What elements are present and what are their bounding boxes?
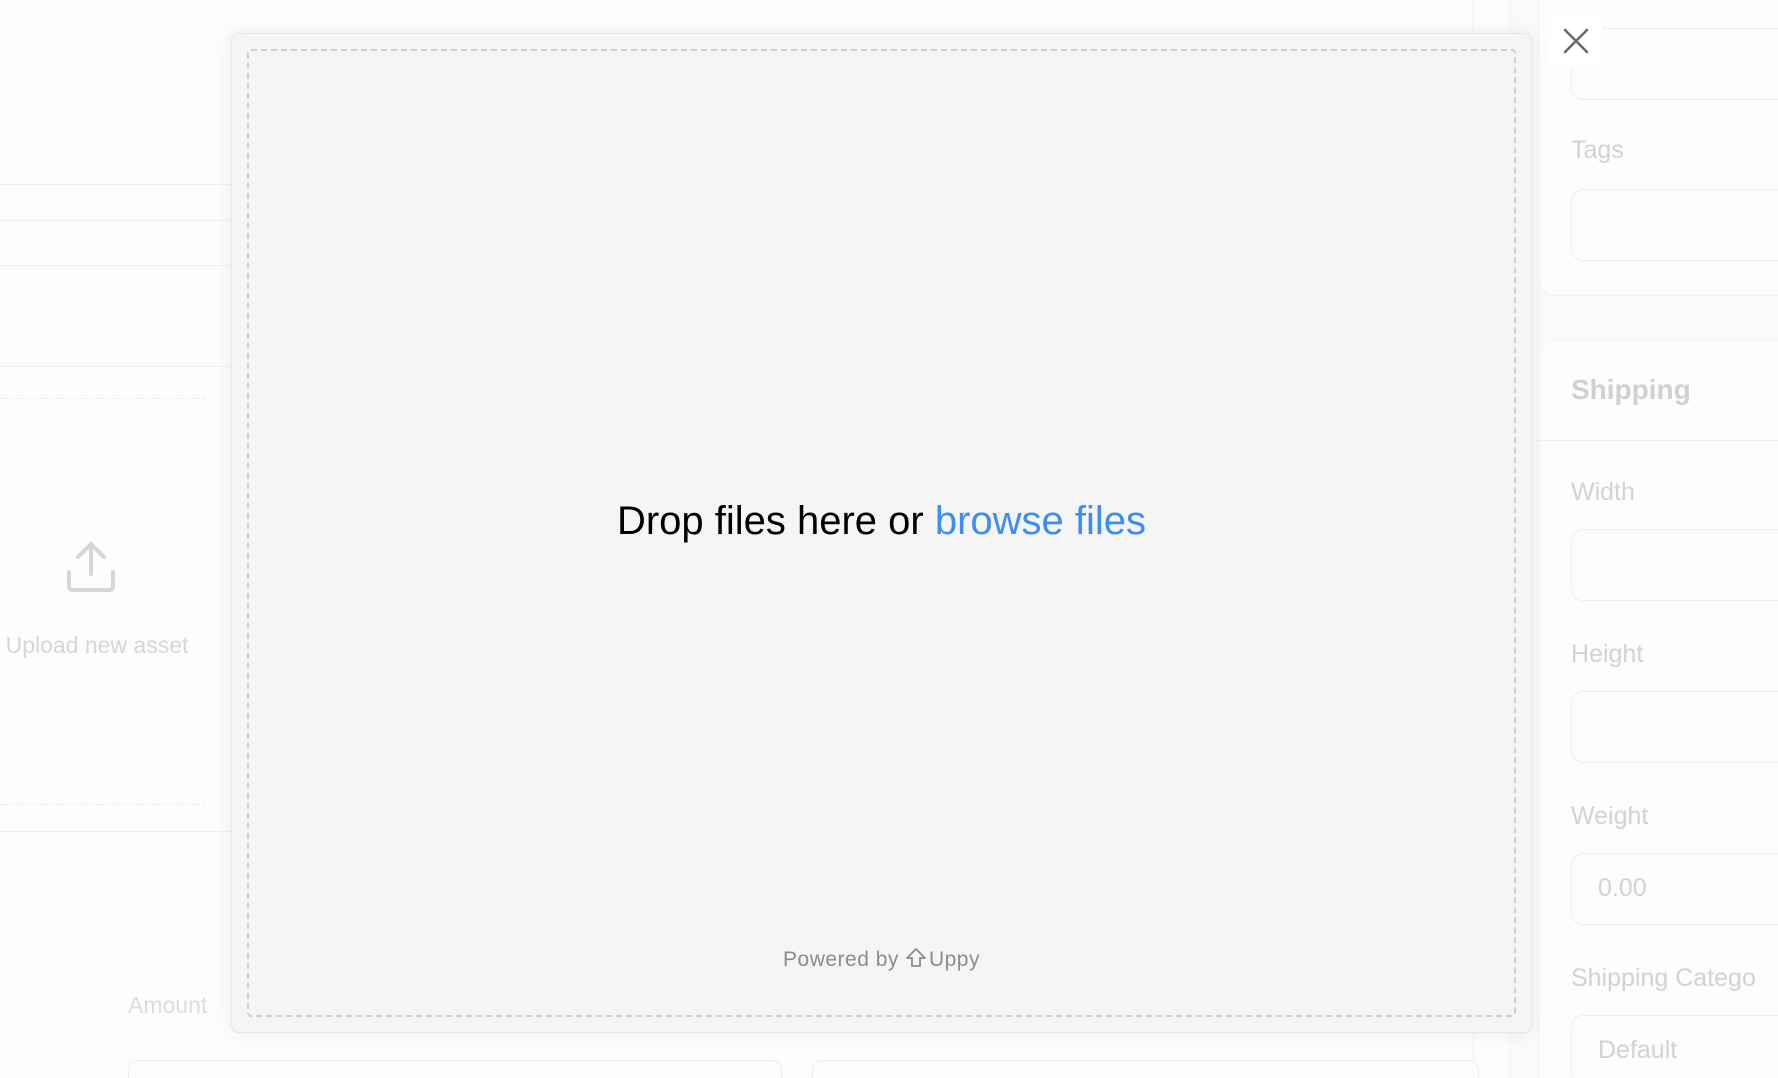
upload-new-asset-label[interactable]: Upload new asset <box>0 632 202 659</box>
divider <box>0 184 231 185</box>
divider <box>1538 440 1778 441</box>
tags-label: Tags <box>1571 136 1624 164</box>
divider <box>0 265 231 266</box>
amount-label: Amount <box>128 992 208 1018</box>
divider <box>0 220 231 221</box>
powered-by-uppy[interactable]: Powered by Uppy <box>249 947 1514 972</box>
file-dropzone[interactable]: Drop files here or browse files Powered … <box>247 49 1516 1017</box>
close-modal-button[interactable] <box>1550 15 1602 67</box>
height-input[interactable] <box>1571 691 1778 763</box>
upload-asset-dropzone[interactable] <box>0 398 205 805</box>
weight-input[interactable]: 0.00 <box>1571 853 1778 925</box>
drop-instructions: Drop files here or browse files <box>249 499 1514 544</box>
field-input-top[interactable] <box>1571 28 1778 100</box>
amount-input-secondary[interactable] <box>812 1060 1479 1078</box>
height-label: Height <box>1571 640 1644 668</box>
uppy-arrow-icon <box>906 948 926 967</box>
shipping-category-select[interactable]: Default <box>1571 1015 1778 1078</box>
tags-input[interactable] <box>1571 189 1778 261</box>
page: Upload new asset Amount Tags Shipping Wi… <box>0 0 1778 1078</box>
divider <box>0 366 231 367</box>
shipping-title: Shipping <box>1571 374 1691 405</box>
divider <box>0 831 231 832</box>
browse-files-link[interactable]: browse files <box>935 499 1146 543</box>
powered-by-text: Powered by <box>783 948 899 971</box>
width-input[interactable] <box>1571 529 1778 601</box>
upload-icon <box>67 542 115 592</box>
weight-label: Weight <box>1571 802 1649 830</box>
close-icon <box>1563 28 1589 54</box>
width-label: Width <box>1571 478 1635 506</box>
shipping-category-label: Shipping Catego <box>1571 964 1756 992</box>
drop-files-text: Drop files here or <box>616 499 924 543</box>
amount-input[interactable] <box>128 1060 782 1078</box>
uppy-dashboard-modal: Drop files here or browse files Powered … <box>231 33 1532 1033</box>
weight-value: 0.00 <box>1598 874 1647 902</box>
uppy-brand: Uppy <box>928 948 980 971</box>
shipping-category-value: Default <box>1598 1036 1678 1064</box>
